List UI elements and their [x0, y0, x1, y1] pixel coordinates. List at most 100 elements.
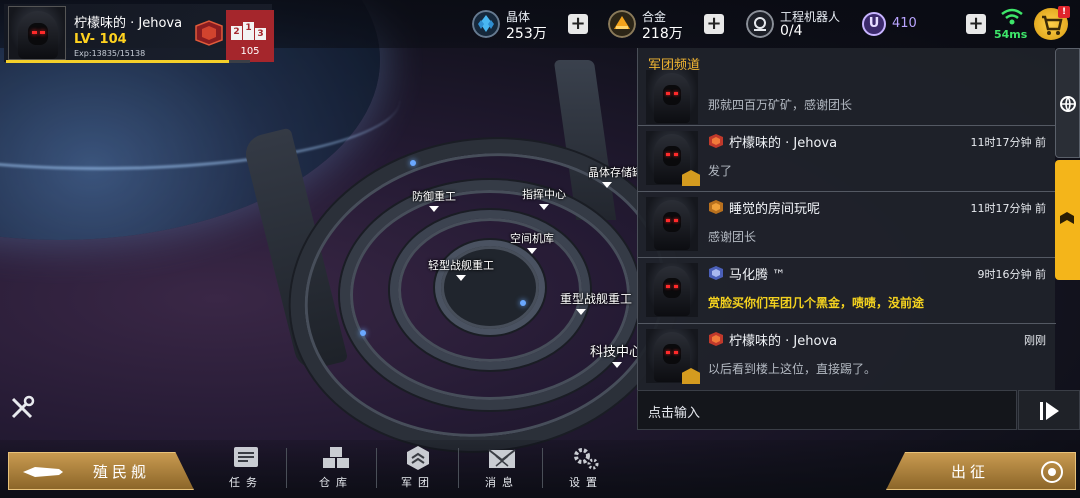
- nav-warehouse-label: 仓库: [319, 476, 353, 489]
- nav-legion-label: 军团: [401, 476, 435, 489]
- u-currency-icon: U: [862, 12, 886, 36]
- avatar-face: [28, 23, 48, 45]
- tools-icon[interactable]: [8, 394, 36, 422]
- chat-message-text: 感谢团长: [708, 230, 757, 244]
- chat-avatar[interactable]: [646, 263, 698, 317]
- chat-time: 11时17分钟 前: [970, 136, 1047, 149]
- avatar-face: [663, 85, 681, 105]
- nav-settings[interactable]: 设置: [556, 442, 616, 494]
- send-button[interactable]: [1018, 390, 1080, 430]
- chat-sender-name[interactable]: 柠檬味的 · Jehova: [729, 132, 837, 151]
- exp-bar: [6, 60, 250, 63]
- legion-emblem-icon: [709, 266, 723, 280]
- chat-input-placeholder: 点击输入: [648, 406, 701, 421]
- resource-crystal: 晶体 253万: [472, 8, 572, 42]
- avatar-eye: [674, 285, 678, 288]
- target-icon: [1041, 461, 1063, 483]
- podium-second: 2: [231, 26, 242, 40]
- nav-messages-label: 消息: [485, 476, 519, 489]
- chat-time: 11时17分钟 前: [970, 202, 1047, 215]
- robots-value: 0/4: [780, 23, 803, 39]
- chat-message-text: 以后看到楼上这位，直接踢了。: [708, 362, 877, 376]
- building-hangar[interactable]: 空间机库: [510, 230, 554, 254]
- settings-icon: [574, 448, 599, 470]
- building-light-ship[interactable]: 轻型战舰重工: [428, 257, 494, 281]
- chat-message: 柠檬味的 · Jehova 刚刚 以后看到楼上这位，直接踢了。: [638, 324, 1056, 390]
- chat-avatar[interactable]: [646, 70, 698, 124]
- nav-settings-label: 设置: [569, 476, 603, 489]
- player-exp: Exp:13835/15138: [74, 49, 146, 58]
- player-name: 柠檬味的 · Jehova: [74, 16, 183, 31]
- player-avatar[interactable]: [8, 6, 66, 60]
- deploy-label: 出征: [951, 463, 990, 481]
- notification-badge: !: [1058, 6, 1070, 18]
- avatar-eye: [666, 285, 670, 288]
- legion-emblem-icon: [709, 134, 723, 148]
- rank-badge[interactable]: 2 1 3 105: [226, 10, 274, 62]
- marker-icon: [576, 309, 586, 315]
- wifi-icon: [1001, 8, 1023, 25]
- avatar-eye: [666, 351, 670, 354]
- add-crystal-button[interactable]: +: [568, 14, 588, 34]
- legion-emblem-icon: [195, 20, 223, 46]
- chat-message: 那就四百万矿矿，感谢团长: [638, 56, 1056, 126]
- avatar-eye: [674, 92, 678, 95]
- messages-icon: [488, 449, 516, 468]
- station-light: [520, 300, 526, 306]
- building-label: 重型战舰重工: [560, 292, 633, 306]
- avatar-eye: [32, 31, 37, 34]
- ship-icon: [23, 467, 63, 477]
- legion-chat-tab[interactable]: [1055, 160, 1080, 280]
- avatar-eye: [674, 219, 678, 222]
- nav-warehouse[interactable]: 仓库: [306, 442, 366, 494]
- add-alloy-button[interactable]: +: [704, 14, 724, 34]
- deploy-button[interactable]: 出征: [886, 452, 1076, 490]
- marker-icon: [602, 182, 612, 188]
- colony-ship-button[interactable]: 殖民舰: [8, 452, 194, 490]
- nav-legion[interactable]: 军团: [388, 442, 448, 494]
- building-command[interactable]: 指挥中心: [522, 186, 566, 210]
- podium-first: 1: [243, 22, 254, 40]
- nav-divider: [458, 448, 459, 488]
- avatar-eye: [40, 31, 45, 34]
- legion-chat-panel: 军团频道 那就四百万矿矿，感谢团长 柠檬味的 · Jehova 11时17分钟 …: [637, 48, 1056, 430]
- legion-icon: [407, 446, 429, 470]
- chat-message-text: 那就四百万矿矿，感谢团长: [708, 98, 853, 112]
- player-profile[interactable]: 柠檬味的 · Jehova LV- 104 Exp:13835/15138 2 …: [4, 4, 274, 62]
- building-storage[interactable]: 晶体存储罐: [588, 164, 638, 188]
- nav-messages[interactable]: 消息: [472, 442, 532, 494]
- building-tech[interactable]: 科技中心: [590, 341, 637, 368]
- avatar-face: [663, 212, 681, 232]
- robot-icon: [746, 10, 774, 38]
- avatar-face: [663, 146, 681, 166]
- building-defense[interactable]: 防御重工: [412, 188, 456, 212]
- u-currency-value: 410: [892, 16, 917, 31]
- chat-sender-name[interactable]: 马化腾 ™: [729, 264, 785, 283]
- avatar-face: [663, 344, 681, 364]
- colony-ship-label: 殖民舰: [93, 463, 151, 481]
- legion-emblem-icon: [709, 200, 723, 214]
- chat-input[interactable]: 点击输入: [637, 390, 1017, 430]
- chat-time: 9时16分钟 前: [977, 268, 1047, 281]
- chat-avatar[interactable]: [646, 197, 698, 251]
- chat-sender-name[interactable]: 柠檬味的 · Jehova: [729, 330, 837, 349]
- shop-cart-button[interactable]: !: [1034, 6, 1070, 40]
- chat-sender-name[interactable]: 睡觉的房间玩呢: [729, 198, 820, 217]
- building-heavy-ship[interactable]: 重型战舰重工: [560, 290, 637, 315]
- chat-message: 睡觉的房间玩呢 11时17分钟 前 感谢团长: [638, 192, 1056, 258]
- nav-tasks[interactable]: 任务: [216, 442, 276, 494]
- ping-value: 54ms: [994, 28, 1028, 41]
- building-label: 空间机库: [510, 232, 554, 245]
- podium-third: 3: [255, 28, 266, 40]
- marker-icon: [612, 362, 622, 368]
- legion-chevron-icon: [1060, 212, 1074, 224]
- marker-icon: [527, 248, 537, 254]
- chat-message: 马化腾 ™ 9时16分钟 前 赏脸买你们军团几个黑金，啧啧，没前途: [638, 258, 1056, 324]
- chat-time: 刚刚: [1024, 334, 1046, 347]
- building-label: 防御重工: [412, 190, 456, 203]
- resource-robots: 工程机器人 0/4: [746, 8, 856, 40]
- world-chat-tab[interactable]: [1055, 48, 1080, 158]
- add-u-currency-button[interactable]: +: [966, 14, 986, 34]
- globe-icon: [1060, 96, 1076, 112]
- chat-message-text: 赏脸买你们军团几个黑金，啧啧，没前途: [708, 296, 925, 310]
